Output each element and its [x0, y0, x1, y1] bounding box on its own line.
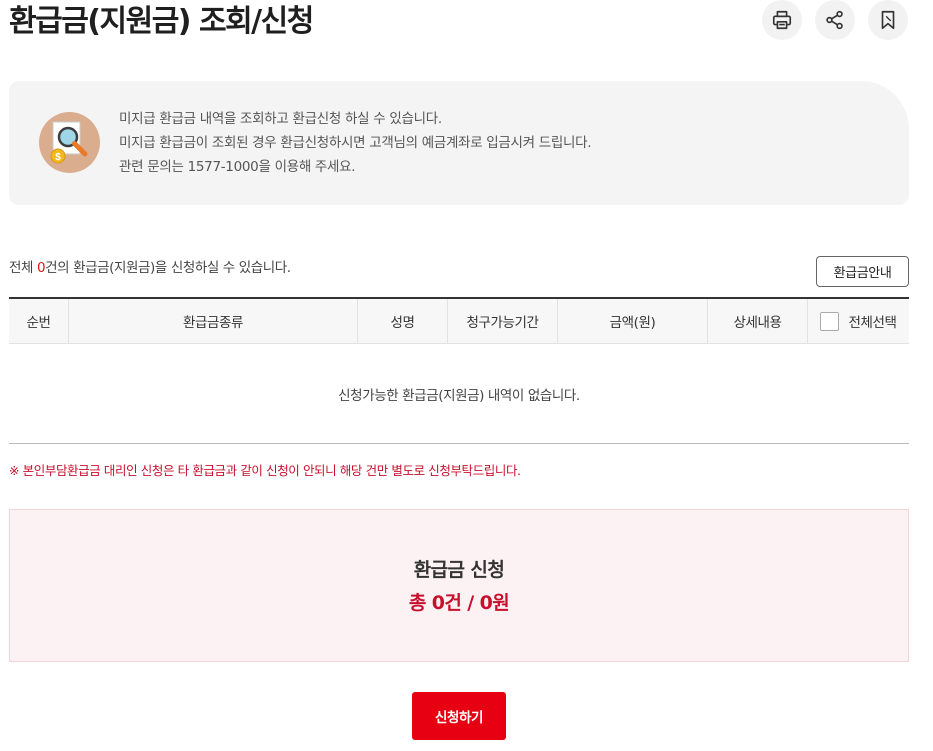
share-icon: [826, 10, 843, 30]
column-header-detail: 상세내용: [708, 299, 808, 343]
info-line: 관련 문의는 1577-1000을 이용해 주세요.: [119, 159, 356, 175]
top-action-bar: [762, 0, 908, 40]
table-empty-message: 신청가능한 환급금(지원금) 내역이 없습니다.: [9, 344, 909, 444]
available-count: 0: [36, 260, 46, 276]
svg-text:$: $: [55, 152, 61, 163]
count-suffix: 건의 환급금(지원금)을 신청하실 수 있습니다.: [45, 260, 291, 276]
column-header-amount: 금액(원): [558, 299, 708, 343]
column-header-type: 환급금종류: [69, 299, 358, 343]
select-all-header: 전체선택: [808, 299, 909, 343]
column-header-seq: 순번: [9, 299, 69, 343]
proxy-notice: ※ 본인부담환급금 대리인 신청은 타 환급금과 같이 신청이 안되니 해당 건…: [9, 463, 521, 478]
info-text: 미지급 환급금 내역을 조회하고 환급신청 하실 수 있습니다. 미지급 환급금…: [119, 107, 592, 179]
refund-summary-box: 환급금 신청 총 0건 / 0원: [9, 509, 909, 662]
info-box: $ 미지급 환급금 내역을 조회하고 환급신청 하실 수 있습니다. 미지급 환…: [9, 81, 909, 205]
summary-total: 총 0건 / 0원: [408, 592, 510, 614]
count-prefix: 전체: [9, 260, 37, 276]
column-header-name: 성명: [358, 299, 448, 343]
page-title: 환급금(지원금) 조회/신청: [9, 4, 314, 39]
refund-table: 순번 환급금종류 성명 청구가능기간 금액(원) 상세내용 전체선택 신청가능한…: [9, 297, 909, 444]
column-header-period: 청구가능기간: [448, 299, 558, 343]
printer-icon: [772, 10, 792, 30]
info-line: 미지급 환급금이 조회된 경우 환급신청하시면 고객님의 예금계좌로 입금시켜 …: [119, 135, 592, 151]
apply-button[interactable]: 신청하기: [412, 692, 506, 740]
bookmark-button[interactable]: [868, 0, 908, 40]
magnifier-coin-icon: $: [39, 112, 100, 173]
available-count-text: 전체 0건의 환급금(지원금)을 신청하실 수 있습니다.: [9, 256, 291, 276]
share-button[interactable]: [815, 0, 855, 40]
table-header: 순번 환급금종류 성명 청구가능기간 금액(원) 상세내용 전체선택: [9, 299, 909, 344]
refund-guide-button[interactable]: 환급금안내: [816, 256, 909, 287]
select-all-label: 전체선택: [848, 315, 897, 331]
info-line: 미지급 환급금 내역을 조회하고 환급신청 하실 수 있습니다.: [119, 111, 442, 127]
summary-title: 환급금 신청: [413, 559, 505, 581]
select-all-checkbox[interactable]: [820, 311, 840, 331]
print-button[interactable]: [762, 0, 802, 40]
bookmark-icon: [881, 10, 895, 30]
